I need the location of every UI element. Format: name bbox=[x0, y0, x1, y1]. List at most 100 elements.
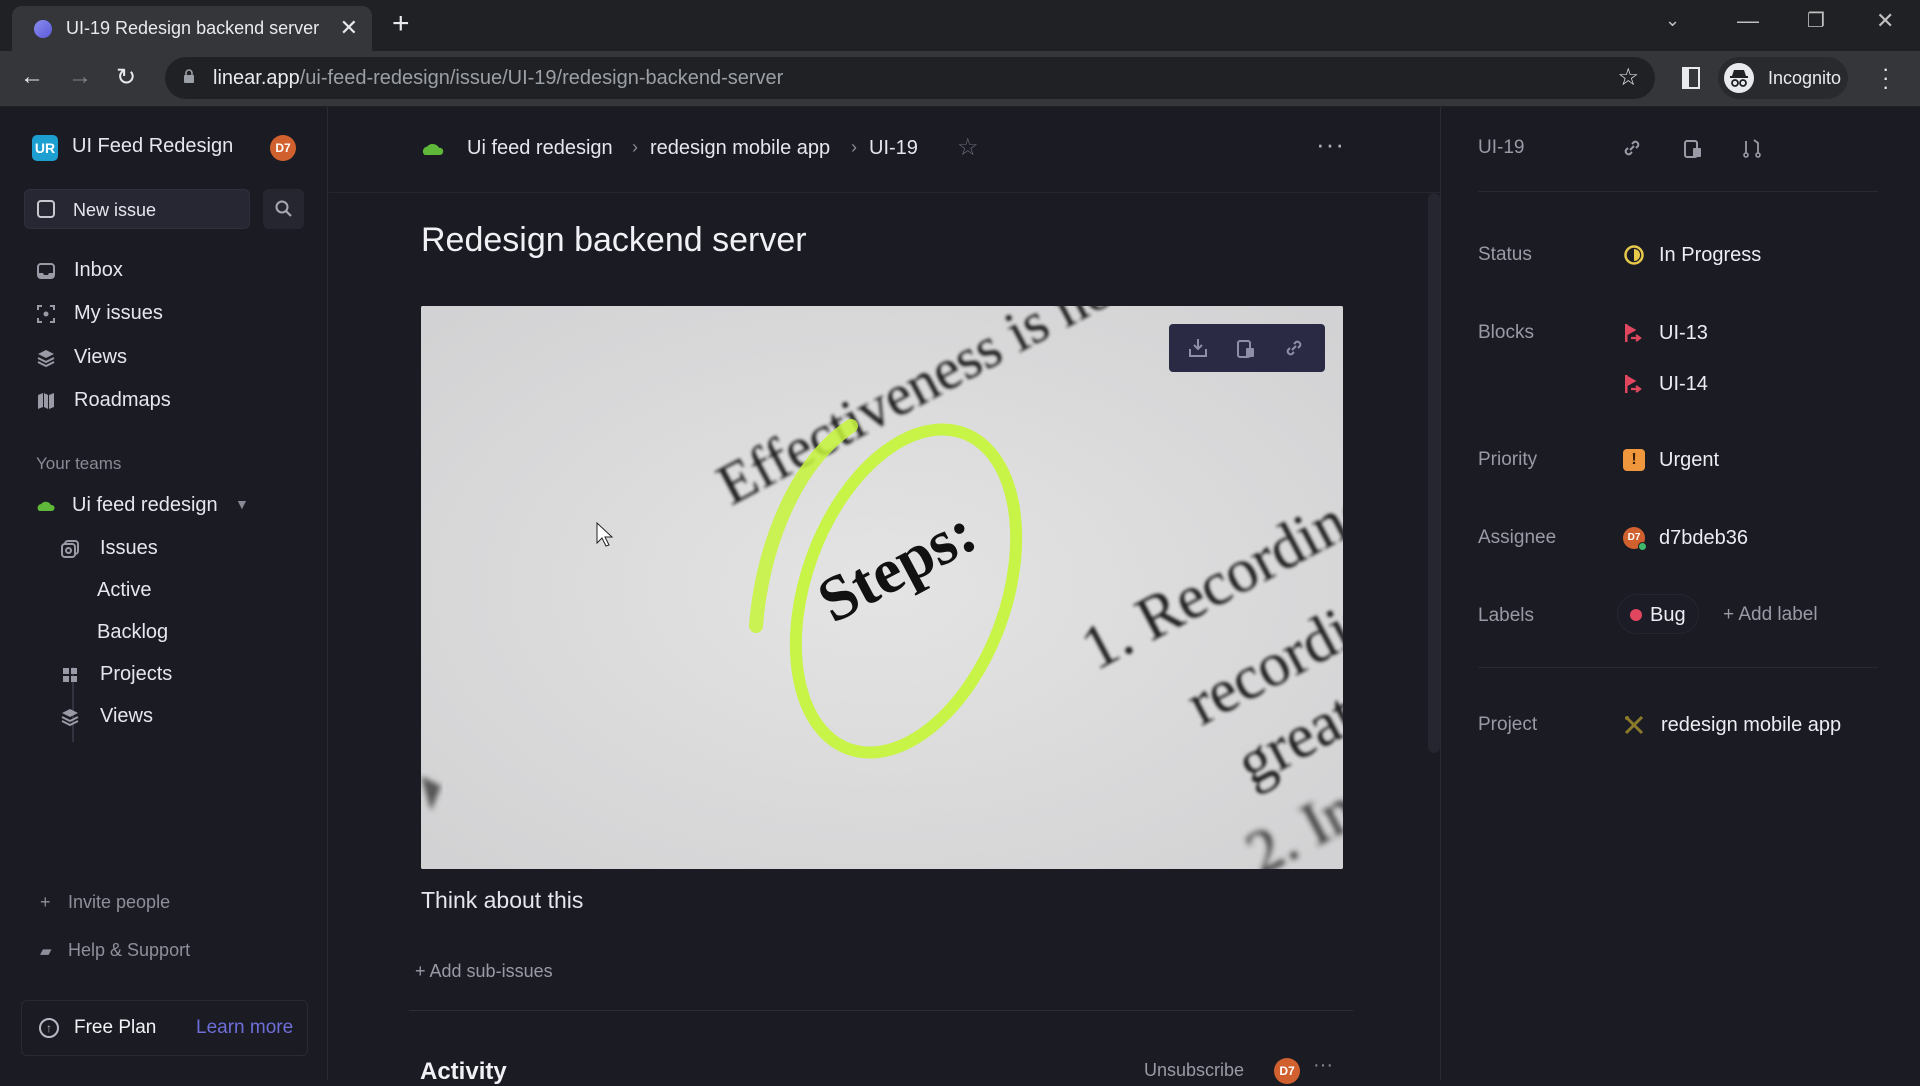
issue-title[interactable]: Redesign backend server bbox=[421, 221, 807, 260]
views-icon bbox=[37, 350, 55, 368]
project-tools-icon bbox=[1624, 715, 1644, 735]
in-progress-icon bbox=[1624, 245, 1644, 265]
close-window-icon[interactable]: ✕ bbox=[1876, 8, 1894, 34]
copy-issue-id-icon[interactable] bbox=[1682, 137, 1704, 159]
activity-more-icon[interactable]: ··· bbox=[1313, 1054, 1333, 1077]
side-panel-icon[interactable] bbox=[1682, 67, 1700, 89]
unsubscribe-button[interactable]: Unsubscribe bbox=[1144, 1060, 1244, 1081]
sidebar: UR UI Feed Redesign D7 New issue Inbox M… bbox=[0, 107, 328, 1080]
tab-search-icon[interactable]: ⌄ bbox=[1665, 10, 1680, 31]
blocks-flag-icon bbox=[1625, 324, 1642, 342]
url-path: /ui-feed-redesign/issue/UI-19/redesign-b… bbox=[299, 67, 784, 89]
tab-title: UI-19 Redesign backend server bbox=[66, 18, 320, 38]
scrollbar[interactable] bbox=[1428, 193, 1440, 753]
forward-icon[interactable]: → bbox=[68, 63, 92, 91]
incognito-icon bbox=[1724, 63, 1754, 93]
sidebar-item-roadmaps[interactable]: Roadmaps bbox=[32, 384, 312, 416]
sidebar-item-label: Active bbox=[97, 579, 152, 601]
address-bar[interactable]: linear.app/ui-feed-redesign/issue/UI-19/… bbox=[165, 57, 1655, 99]
assignee-label: Assignee bbox=[1478, 527, 1557, 548]
sidebar-item-label: Views bbox=[74, 346, 127, 368]
help-support-link[interactable]: ▰ Help & Support bbox=[40, 940, 190, 961]
invite-people-link[interactable]: + Invite people bbox=[40, 892, 170, 913]
status-label: Status bbox=[1478, 244, 1532, 265]
close-tab-icon[interactable]: ✕ bbox=[340, 15, 358, 41]
copy-git-branch-icon[interactable] bbox=[1741, 137, 1763, 159]
new-issue-icon bbox=[37, 200, 55, 218]
assignee-value[interactable]: d7bdeb36 bbox=[1659, 527, 1748, 550]
workspace-logo[interactable]: UR bbox=[32, 135, 58, 161]
team-item-issues[interactable]: Issues bbox=[56, 532, 336, 564]
bookmark-star-icon[interactable]: ☆ bbox=[1617, 63, 1639, 92]
breadcrumb-separator-icon: › bbox=[851, 137, 857, 157]
team-item-backlog[interactable]: Backlog bbox=[56, 616, 336, 648]
subscriber-avatar[interactable]: D7 bbox=[1274, 1058, 1300, 1084]
lock-icon bbox=[184, 69, 194, 83]
team-collapse-caret-icon[interactable]: ▼ bbox=[235, 496, 249, 512]
minimize-icon[interactable]: — bbox=[1737, 8, 1759, 34]
issue-id: UI-19 bbox=[1478, 137, 1525, 158]
blocks-label: Blocks bbox=[1478, 322, 1534, 343]
team-item-active[interactable]: Active bbox=[56, 574, 336, 606]
back-icon[interactable]: ← bbox=[20, 63, 44, 91]
browser-tab[interactable]: UI-19 Redesign backend server ✕ bbox=[12, 6, 372, 51]
learn-more-link[interactable]: Learn more bbox=[196, 1017, 293, 1039]
workspace-name[interactable]: UI Feed Redesign bbox=[72, 135, 233, 158]
copy-image-icon[interactable] bbox=[1235, 337, 1257, 359]
blocked-issue-link[interactable]: UI-14 bbox=[1659, 373, 1708, 396]
download-icon[interactable] bbox=[1187, 337, 1209, 359]
linear-favicon-icon bbox=[34, 20, 52, 38]
add-label-button[interactable]: + Add label bbox=[1723, 604, 1818, 626]
sidebar-item-label: Issues bbox=[100, 537, 158, 559]
team-item-views[interactable]: Views bbox=[56, 700, 336, 732]
priority-value[interactable]: Urgent bbox=[1659, 449, 1719, 472]
image-content: Effectiveness is not Steps: 1. Recording… bbox=[421, 306, 1343, 869]
issues-icon bbox=[61, 540, 79, 558]
sidebar-item-inbox[interactable]: Inbox bbox=[32, 254, 312, 286]
browser-tab-strip: UI-19 Redesign backend server ✕ + ⌄ — ❐ … bbox=[0, 0, 1920, 51]
your-teams-heading: Your teams bbox=[36, 454, 122, 473]
sidebar-item-my-issues[interactable]: My issues bbox=[32, 297, 312, 329]
new-issue-button[interactable]: New issue bbox=[24, 189, 250, 229]
new-tab-icon[interactable]: + bbox=[392, 7, 410, 41]
sidebar-item-label: Projects bbox=[100, 663, 173, 685]
team-icon bbox=[422, 143, 444, 155]
my-issues-icon bbox=[37, 305, 55, 323]
label-chip-bug[interactable]: Bug bbox=[1617, 594, 1699, 634]
breadcrumb-project[interactable]: redesign mobile app bbox=[650, 137, 830, 160]
team-name: Ui feed redesign bbox=[72, 494, 218, 516]
more-options-icon[interactable]: ··· bbox=[1316, 129, 1345, 160]
team-icon bbox=[37, 501, 55, 511]
plan-label: Free Plan bbox=[74, 1017, 157, 1038]
issue-description[interactable]: Think about this bbox=[421, 887, 583, 914]
issue-header: Ui feed redesign › redesign mobile app ›… bbox=[329, 107, 1440, 193]
panel-divider bbox=[1478, 667, 1878, 668]
copy-link-icon[interactable] bbox=[1283, 337, 1305, 359]
reload-icon[interactable]: ↻ bbox=[116, 63, 136, 92]
project-label: Project bbox=[1478, 714, 1538, 735]
roadmaps-icon bbox=[38, 393, 54, 409]
status-value[interactable]: In Progress bbox=[1659, 244, 1761, 267]
incognito-profile-button[interactable]: Incognito bbox=[1718, 57, 1848, 99]
favorite-star-icon[interactable]: ☆ bbox=[957, 133, 979, 162]
labels-label: Labels bbox=[1478, 605, 1534, 626]
blocked-issue-link[interactable]: UI-13 bbox=[1659, 322, 1708, 345]
panel-divider bbox=[1478, 191, 1878, 192]
search-icon bbox=[275, 200, 292, 217]
copy-issue-link-icon[interactable] bbox=[1621, 137, 1643, 159]
issue-image[interactable]: Effectiveness is not Steps: 1. Recording… bbox=[421, 306, 1343, 869]
team-item-projects[interactable]: Projects bbox=[56, 658, 336, 690]
breadcrumb-team[interactable]: Ui feed redesign bbox=[467, 137, 613, 160]
browser-menu-icon[interactable]: · · · bbox=[1882, 58, 1889, 98]
add-sub-issues-button[interactable]: + Add sub-issues bbox=[415, 961, 553, 982]
sidebar-item-views[interactable]: Views bbox=[32, 341, 312, 373]
upgrade-arrow-icon: ↑ bbox=[39, 1018, 59, 1038]
project-value[interactable]: redesign mobile app bbox=[1661, 714, 1841, 737]
restore-icon[interactable]: ❐ bbox=[1807, 8, 1825, 33]
free-plan-banner: ↑ Free Plan Learn more bbox=[21, 1000, 308, 1056]
team-ui-feed-redesign[interactable]: Ui feed redesign ▼ bbox=[32, 489, 312, 521]
search-button[interactable] bbox=[263, 189, 304, 229]
breadcrumb-issue[interactable]: UI-19 bbox=[869, 137, 918, 160]
plus-icon: + bbox=[40, 892, 51, 912]
user-avatar[interactable]: D7 bbox=[270, 135, 296, 161]
